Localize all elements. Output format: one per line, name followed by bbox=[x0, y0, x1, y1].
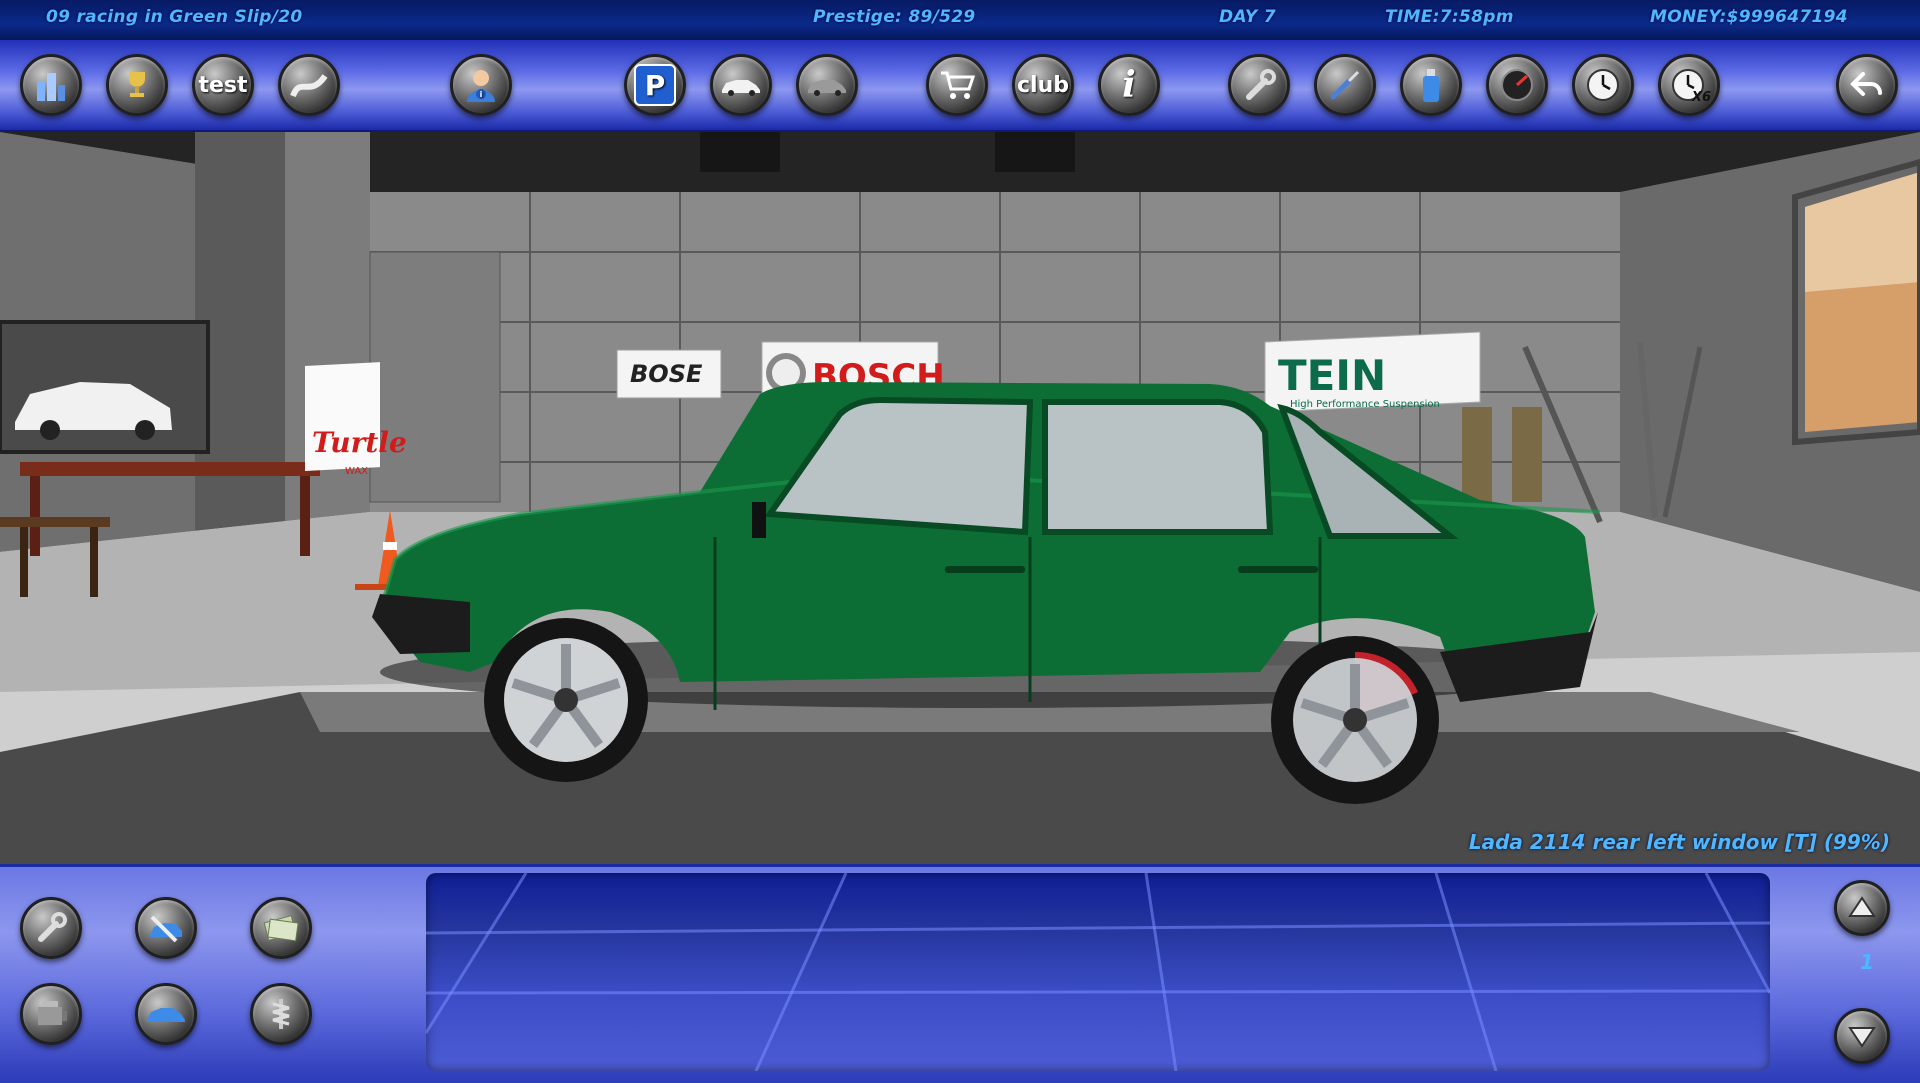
car-body-icon bbox=[147, 1008, 185, 1022]
time-button[interactable] bbox=[1572, 54, 1634, 116]
prestige-counter: Prestige: 89/529 bbox=[813, 7, 976, 27]
club-label: club bbox=[1017, 72, 1069, 98]
money-icon bbox=[263, 915, 299, 942]
profile-button[interactable]: i bbox=[450, 54, 512, 116]
clock-icon bbox=[1587, 69, 1619, 101]
paint-button[interactable] bbox=[1400, 54, 1462, 116]
car-repair-icon bbox=[150, 915, 182, 943]
parking-button[interactable]: P bbox=[624, 54, 686, 116]
status-bar: 09 racing in Green Slip/20 Prestige: 89/… bbox=[0, 0, 1920, 40]
user-info-icon: i bbox=[467, 70, 495, 102]
dyno-button[interactable] bbox=[1486, 54, 1548, 116]
race-status: 09 racing in Green Slip/20 bbox=[46, 7, 303, 27]
shop-button[interactable] bbox=[926, 54, 988, 116]
suspension-icon bbox=[272, 999, 290, 1029]
parking-label: P bbox=[634, 64, 676, 106]
suspension-button[interactable] bbox=[250, 983, 312, 1045]
club-button[interactable]: club bbox=[1012, 54, 1074, 116]
info-icon: i bbox=[1122, 64, 1136, 106]
main-toolbar: test i P club i X6 bbox=[0, 40, 1920, 132]
engine-button[interactable] bbox=[20, 983, 82, 1045]
panel-floor-pattern bbox=[426, 873, 1770, 1071]
day-counter: DAY 7 bbox=[1219, 7, 1276, 27]
turtle-wax-banner: Turtle bbox=[312, 426, 407, 459]
turtle-wax-subtext: WAX bbox=[345, 466, 368, 477]
wrench-icon bbox=[38, 912, 67, 942]
bose-banner: BOSE bbox=[630, 360, 703, 388]
test-label: test bbox=[198, 72, 248, 98]
parts-list-panel[interactable] bbox=[426, 873, 1770, 1071]
time-speed-label: X6 bbox=[1691, 90, 1711, 105]
trophy-button[interactable] bbox=[106, 54, 168, 116]
selected-part-label: Lada 2114 rear left window [T] (99%) bbox=[1468, 830, 1890, 854]
wrench-button[interactable] bbox=[1228, 54, 1290, 116]
clock: TIME:7:58pm bbox=[1385, 7, 1514, 27]
garage-scene-art: Turtle WAX BOSE BOSCH TEIN High Performa… bbox=[0, 132, 1920, 864]
scroll-down-button[interactable] bbox=[1834, 1008, 1890, 1064]
test-drive-button[interactable]: test bbox=[192, 54, 254, 116]
svg-text:i: i bbox=[480, 90, 483, 99]
track-button[interactable] bbox=[278, 54, 340, 116]
road-icon bbox=[290, 74, 328, 98]
sell-button[interactable] bbox=[250, 897, 312, 959]
arrow-down-icon bbox=[1848, 1027, 1876, 1048]
garage-scene: Turtle WAX BOSE BOSCH TEIN High Performa… bbox=[0, 132, 1920, 864]
spray-can-icon bbox=[1423, 69, 1439, 102]
repair-button[interactable] bbox=[135, 897, 197, 959]
body-button[interactable] bbox=[135, 983, 197, 1045]
garage-car-button[interactable] bbox=[710, 54, 772, 116]
car-white-icon bbox=[722, 80, 760, 96]
scroll-up-button[interactable] bbox=[1834, 880, 1890, 936]
dealer-car-button[interactable] bbox=[796, 54, 858, 116]
trophy-icon bbox=[129, 72, 145, 97]
screwdriver-icon bbox=[1330, 70, 1360, 100]
car-grey-icon bbox=[808, 80, 846, 96]
screwdriver-button[interactable] bbox=[1314, 54, 1376, 116]
city-map-button[interactable] bbox=[20, 54, 82, 116]
tein-subtext: High Performance Suspension bbox=[1290, 399, 1440, 410]
wrench-icon bbox=[1246, 69, 1276, 100]
tein-banner: TEIN bbox=[1278, 351, 1386, 400]
speed-time-button[interactable]: X6 bbox=[1658, 54, 1720, 116]
back-button[interactable] bbox=[1836, 54, 1898, 116]
engine-icon bbox=[38, 1001, 67, 1025]
back-arrow-icon bbox=[1850, 72, 1882, 96]
info-button[interactable]: i bbox=[1098, 54, 1160, 116]
arrow-up-icon bbox=[1848, 896, 1876, 917]
money-counter: MONEY:$999647194 bbox=[1650, 7, 1848, 27]
gauge-icon bbox=[1501, 69, 1533, 101]
city-icon bbox=[37, 73, 65, 101]
tools-button[interactable] bbox=[20, 897, 82, 959]
shopping-cart-icon bbox=[941, 71, 975, 99]
page-indicator: 1 bbox=[1860, 950, 1874, 974]
